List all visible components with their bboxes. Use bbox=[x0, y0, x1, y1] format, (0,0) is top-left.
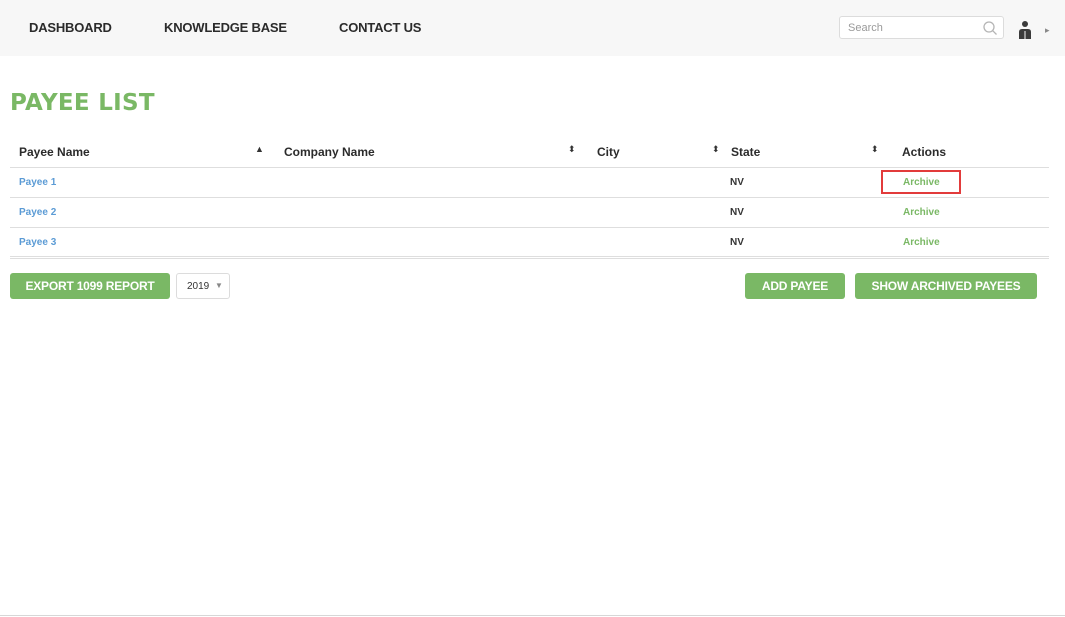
sort-icon[interactable]: ⬍ bbox=[568, 144, 576, 155]
sort-icon[interactable]: ⬍ bbox=[871, 144, 879, 155]
state-cell: NV bbox=[730, 207, 744, 218]
header-company-name[interactable]: Company Name bbox=[284, 145, 375, 159]
archive-link[interactable]: Archive bbox=[903, 177, 940, 188]
sort-icon[interactable]: ⬍ bbox=[712, 144, 720, 155]
table-row: Payee 2 NV Archive bbox=[10, 198, 1049, 228]
archive-link[interactable]: Archive bbox=[903, 207, 940, 218]
archive-link[interactable]: Archive bbox=[903, 237, 940, 248]
search-box bbox=[839, 16, 1004, 39]
payee-table: Payee Name ▲ Company Name ⬍ City ⬍ State… bbox=[10, 137, 1049, 259]
payee-name-link[interactable]: Payee 3 bbox=[19, 237, 56, 248]
year-select[interactable]: 2019 ▼ bbox=[176, 273, 230, 299]
search-input[interactable] bbox=[848, 20, 978, 35]
export-1099-button[interactable]: EXPORT 1099 REPORT bbox=[10, 273, 170, 299]
chevron-down-icon: ▼ bbox=[215, 281, 223, 290]
nav-knowledge-base[interactable]: KNOWLEDGE BASE bbox=[164, 20, 287, 35]
state-cell: NV bbox=[730, 177, 744, 188]
chevron-right-icon[interactable]: ▸ bbox=[1045, 25, 1050, 36]
sort-asc-icon[interactable]: ▲ bbox=[255, 144, 264, 154]
year-value: 2019 bbox=[187, 281, 210, 292]
footer-divider bbox=[0, 615, 1065, 616]
header-state[interactable]: State bbox=[731, 145, 760, 159]
header-city[interactable]: City bbox=[597, 145, 620, 159]
table-row: Payee 1 NV Archive bbox=[10, 168, 1049, 198]
search-icon[interactable] bbox=[982, 20, 998, 36]
payee-name-link[interactable]: Payee 1 bbox=[19, 177, 56, 188]
nav-dashboard[interactable]: DASHBOARD bbox=[29, 20, 112, 35]
page-title: PAYEE LIST bbox=[10, 90, 155, 116]
show-archived-payees-button[interactable]: SHOW ARCHIVED PAYEES bbox=[855, 273, 1037, 299]
add-payee-button[interactable]: ADD PAYEE bbox=[745, 273, 845, 299]
table-row: Payee 3 NV Archive bbox=[10, 228, 1049, 259]
header-actions: Actions bbox=[902, 145, 947, 159]
nav-contact-us[interactable]: CONTACT US bbox=[339, 20, 421, 35]
user-icon[interactable] bbox=[1017, 20, 1033, 40]
header-payee-name[interactable]: Payee Name bbox=[19, 145, 90, 159]
table-header-row: Payee Name ▲ Company Name ⬍ City ⬍ State… bbox=[10, 137, 1049, 168]
top-nav-bar: DASHBOARD KNOWLEDGE BASE CONTACT US ▸ bbox=[0, 0, 1065, 56]
payee-name-link[interactable]: Payee 2 bbox=[19, 207, 56, 218]
state-cell: NV bbox=[730, 237, 744, 248]
